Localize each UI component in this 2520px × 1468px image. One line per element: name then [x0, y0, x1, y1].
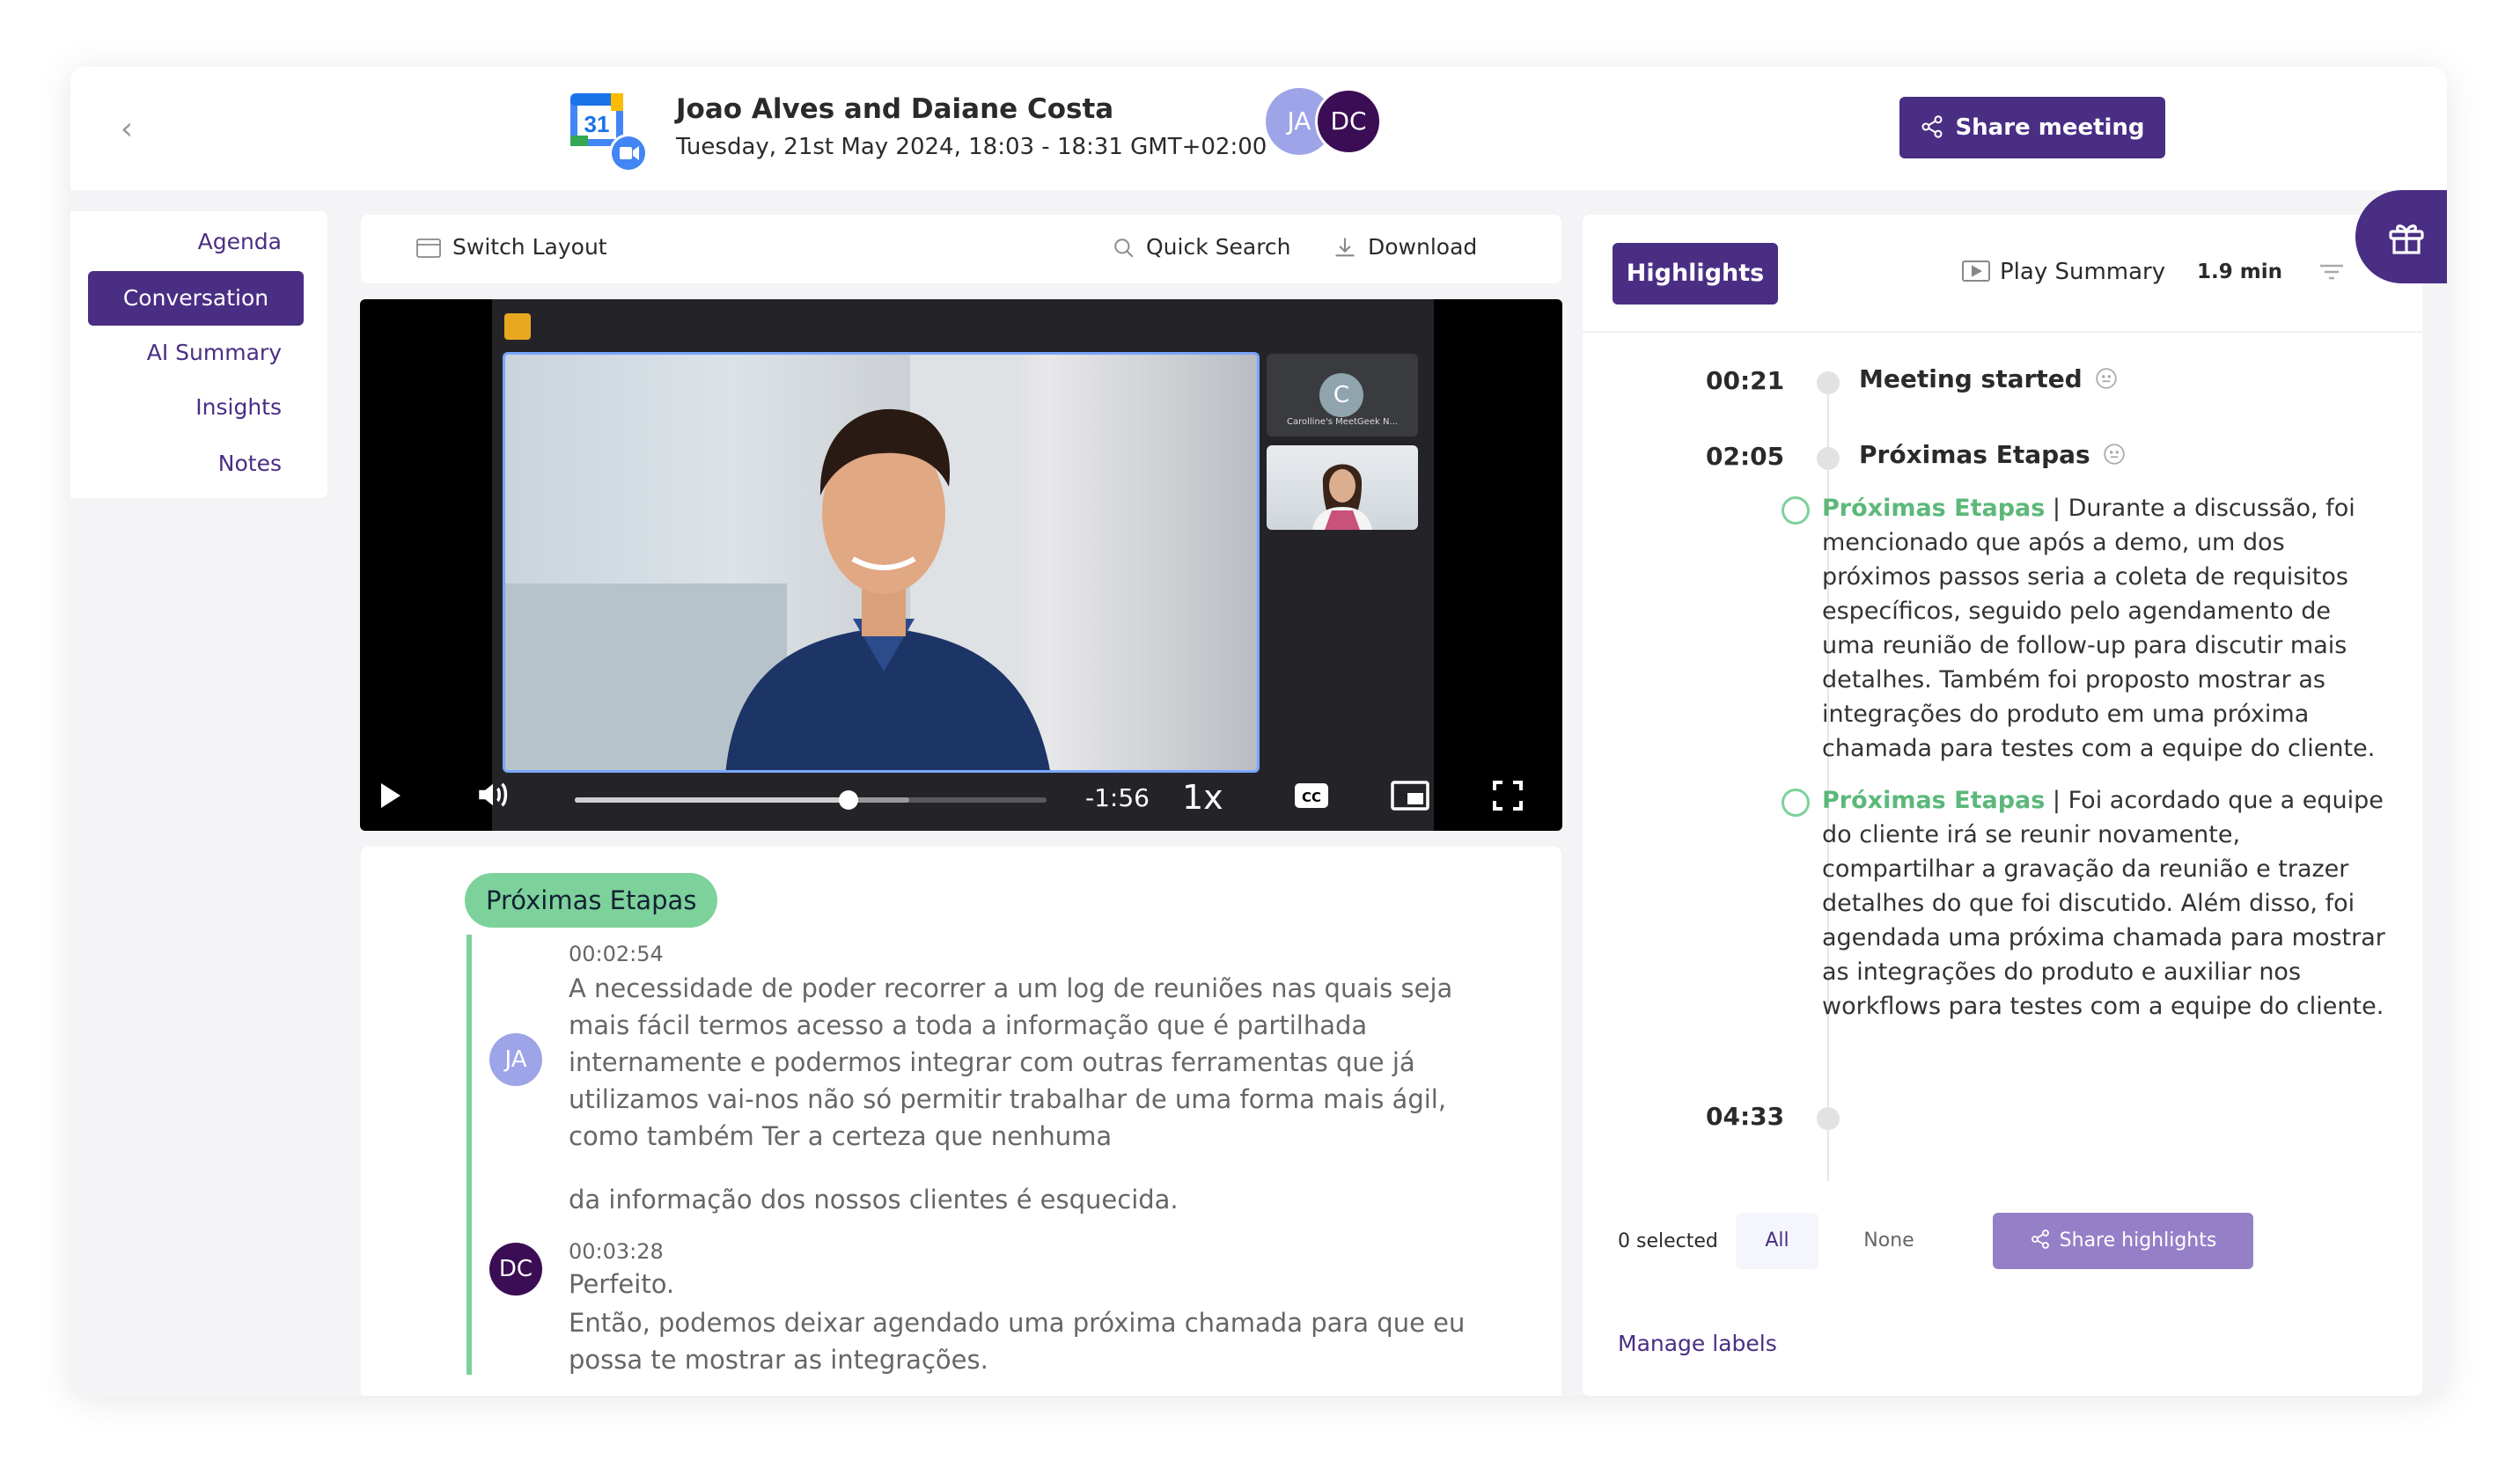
sidebar-item-conversation[interactable]: Conversation: [88, 271, 304, 326]
highlight-checkbox[interactable]: [1782, 789, 1810, 817]
transcript-panel: Próximas Etapas JA 00:02:54 A necessidad…: [361, 847, 1561, 1396]
recording-badge-icon: [504, 313, 531, 340]
share-icon: [1921, 115, 1943, 138]
progress-played: [575, 797, 849, 803]
back-chevron-icon[interactable]: ‹: [109, 107, 144, 151]
download-label: Download: [1368, 234, 1478, 260]
timeline-dot: [1817, 447, 1840, 470]
pip-icon[interactable]: [1390, 780, 1430, 811]
play-summary-label: Play Summary: [2000, 259, 2166, 285]
highlight-text: Próximas Etapas | Durante a discussão, f…: [1822, 491, 2385, 766]
share-highlights-button[interactable]: Share highlights: [1993, 1213, 2253, 1269]
timeline-time[interactable]: 00:21: [1706, 366, 1784, 395]
timeline-heading-text: Próximas Etapas: [1859, 440, 2090, 469]
select-all-button[interactable]: All: [1736, 1213, 1818, 1269]
highlight-checkbox[interactable]: [1782, 496, 1810, 525]
sidebar-item-insights[interactable]: Insights: [195, 394, 282, 420]
svg-text:CC: CC: [1302, 789, 1321, 805]
timeline-heading: Meeting started: [1859, 364, 2118, 393]
topic-pill[interactable]: Próximas Etapas: [465, 873, 718, 928]
video-play-icon: [1962, 261, 1990, 282]
play-icon[interactable]: [378, 778, 402, 813]
timeline-heading: Próximas Etapas: [1859, 440, 2126, 469]
time-remaining: -1:56: [1085, 783, 1150, 812]
switch-layout-button[interactable]: Switch Layout: [415, 234, 607, 260]
participant-image: [1312, 464, 1372, 530]
transcript-text-continued: da informação dos nossos clientes é esqu…: [569, 1185, 1179, 1215]
gift-icon: [2389, 224, 2424, 254]
video-progress-bar[interactable]: [575, 790, 1047, 810]
download-button[interactable]: Download: [1333, 234, 1477, 260]
filter-icon[interactable]: [2317, 259, 2347, 285]
sidebar-nav: Agenda Conversation AI Summary Insights …: [70, 211, 327, 498]
playback-speed-button[interactable]: 1x: [1182, 778, 1223, 817]
calendar-day: 31: [584, 111, 610, 137]
share-meeting-label: Share meeting: [1955, 114, 2145, 141]
participant-video-tile[interactable]: [1267, 445, 1418, 530]
highlight-label: Próximas Etapas: [1822, 495, 2046, 522]
share-highlights-label: Share highlights: [2059, 1229, 2217, 1251]
participant-avatars: JA DC: [1266, 88, 1389, 155]
video-player[interactable]: C Carolline's MeetGeek N... -1:56 1x CC: [360, 299, 1562, 831]
highlight-text: Próximas Etapas | Foi acordado que a equ…: [1822, 783, 2385, 1024]
sidebar-item-agenda[interactable]: Agenda: [198, 229, 282, 254]
transcript-text: Perfeito.: [569, 1269, 675, 1299]
participant-avatar: C: [1319, 373, 1363, 417]
google-calendar-icon: 31: [570, 93, 648, 172]
transcript-text-continued: Então, podemos deixar agendado uma próxi…: [569, 1308, 1466, 1375]
participant-tile[interactable]: C Carolline's MeetGeek N...: [1267, 354, 1418, 437]
speaker-image: [505, 355, 1050, 770]
quick-search-button[interactable]: Quick Search: [1113, 234, 1291, 260]
highlight-item[interactable]: Próximas Etapas | Foi acordado que a equ…: [1782, 783, 2385, 1065]
transcript-timestamp[interactable]: 00:03:28: [569, 1239, 664, 1264]
volume-icon[interactable]: [474, 776, 511, 813]
timeline-time[interactable]: 02:05: [1706, 442, 1784, 471]
cc-icon[interactable]: CC: [1293, 780, 1330, 811]
selected-count: 0 selected: [1618, 1230, 1718, 1252]
switch-layout-icon: [416, 239, 441, 258]
timeline-dot: [1817, 1107, 1840, 1130]
speaker-avatar-ja[interactable]: JA: [489, 1033, 542, 1086]
transcript-text: A necessidade de poder recorrer a um log…: [569, 973, 1453, 1151]
gift-button[interactable]: [2355, 190, 2447, 283]
share-meeting-button[interactable]: Share meeting: [1899, 97, 2165, 158]
summary-duration: 1.9 min: [2197, 261, 2282, 283]
sidebar-item-ai-summary[interactable]: AI Summary: [147, 340, 282, 365]
topic-line: [467, 935, 472, 1375]
select-none-button[interactable]: None: [1836, 1213, 1942, 1269]
manage-labels-link[interactable]: Manage labels: [1618, 1331, 1777, 1356]
play-summary-button[interactable]: Play Summary: [1961, 259, 2165, 285]
meeting-title: Joao Alves and Daiane Costa: [676, 93, 1114, 125]
timeline-heading-text: Meeting started: [1859, 364, 2083, 393]
participant-name: Carolline's MeetGeek N...: [1287, 417, 1398, 427]
panel-divider: [1583, 331, 2422, 333]
highlight-body: | Foi acordado que a equipe do cliente i…: [1822, 787, 2385, 1020]
highlight-body: | Durante a discussão, foi mencionado qu…: [1822, 495, 2376, 762]
timeline-dot: [1817, 371, 1840, 394]
highlight-item[interactable]: Próximas Etapas | Durante a discussão, f…: [1782, 491, 2380, 773]
emoji-icon[interactable]: [2103, 443, 2126, 466]
emoji-icon[interactable]: [2095, 367, 2118, 390]
transcript-timestamp[interactable]: 00:02:54: [569, 942, 664, 966]
search-icon: [1114, 239, 1134, 258]
timeline-time[interactable]: 04:33: [1706, 1102, 1784, 1131]
highlight-label: Próximas Etapas: [1822, 787, 2046, 814]
header: ‹ 31 Joao Alves and Daiane Costa Tuesday…: [70, 67, 2447, 190]
meeting-app: ‹ 31 Joao Alves and Daiane Costa Tuesday…: [70, 67, 2447, 1396]
switch-layout-label: Switch Layout: [452, 234, 607, 260]
fullscreen-icon[interactable]: [1492, 780, 1524, 811]
progress-handle[interactable]: [838, 790, 858, 810]
video-controls: -1:56 1x CC: [360, 766, 1562, 831]
quick-search-label: Quick Search: [1146, 234, 1291, 260]
avatar-dc[interactable]: DC: [1315, 88, 1382, 155]
speaker-avatar-dc[interactable]: DC: [489, 1243, 542, 1296]
share-icon: [2031, 1229, 2049, 1249]
video-frame: C Carolline's MeetGeek N...: [492, 299, 1434, 831]
main-speaker-video: [503, 352, 1260, 773]
meeting-datetime: Tuesday, 21st May 2024, 18:03 - 18:31 GM…: [676, 134, 1267, 160]
highlights-tab[interactable]: Highlights: [1613, 243, 1778, 305]
player-toolbar: Switch Layout Quick Search Download: [361, 215, 1561, 283]
download-icon: [1335, 238, 1355, 257]
sidebar-item-notes[interactable]: Notes: [218, 451, 282, 476]
